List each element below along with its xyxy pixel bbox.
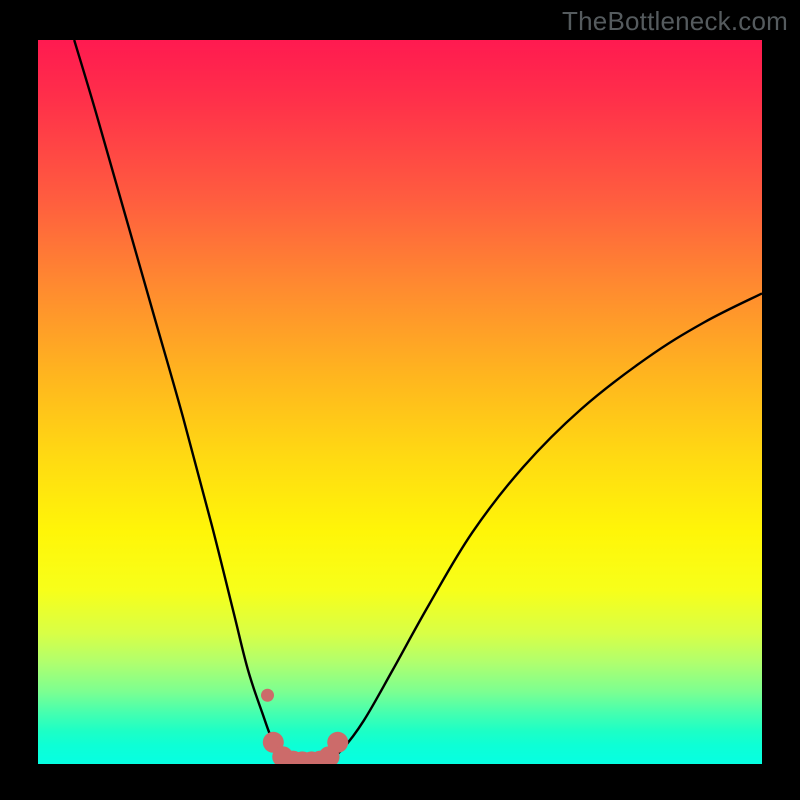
valley-marker-dot bbox=[327, 732, 348, 753]
valley-marker-dot bbox=[301, 751, 322, 764]
valley-marker-dot bbox=[310, 751, 331, 764]
chart-svg bbox=[38, 40, 762, 764]
valley-marker-dot bbox=[272, 746, 293, 764]
valley-marker-dot bbox=[292, 751, 313, 764]
left-branch-path bbox=[74, 40, 291, 760]
right-branch-path bbox=[328, 293, 762, 760]
chart-frame: TheBottleneck.com bbox=[0, 0, 800, 800]
valley-markers bbox=[263, 732, 348, 764]
watermark-text: TheBottleneck.com bbox=[562, 6, 788, 37]
valley-marker-dot bbox=[263, 732, 284, 753]
valley-marker-dot bbox=[282, 751, 303, 764]
valley-marker-dot bbox=[319, 746, 340, 764]
left-branch bbox=[74, 40, 291, 760]
right-branch bbox=[328, 293, 762, 760]
plot-area bbox=[38, 40, 762, 764]
outlier-marker bbox=[261, 689, 274, 702]
outlier-marker-dot bbox=[261, 689, 274, 702]
